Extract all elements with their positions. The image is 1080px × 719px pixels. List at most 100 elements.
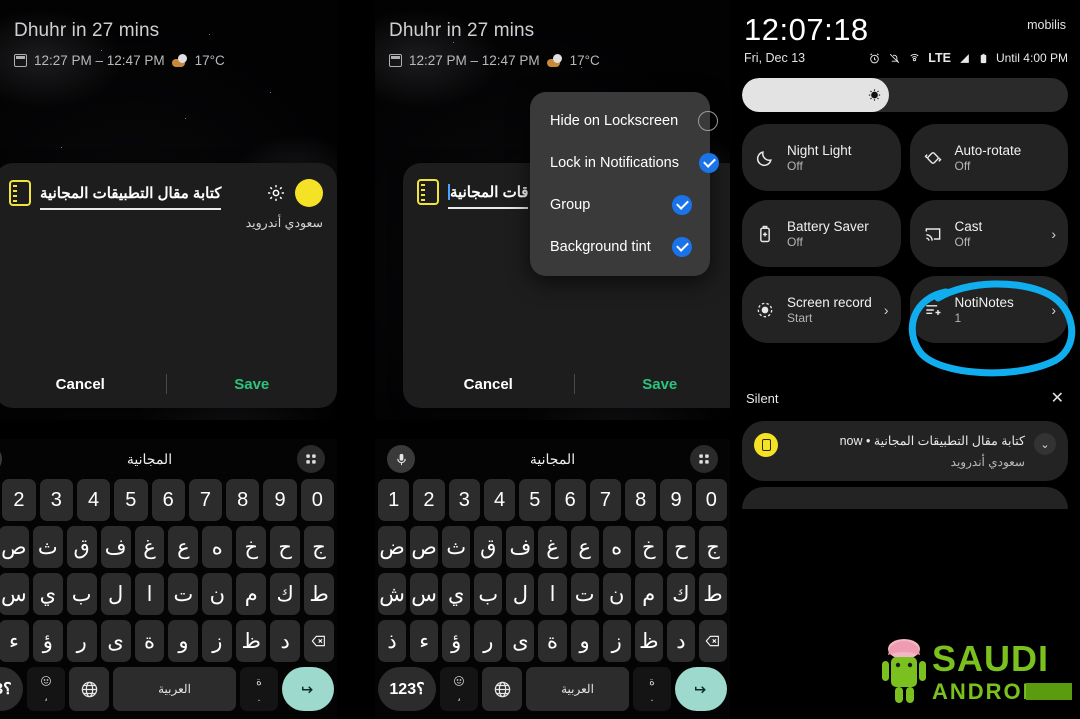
keyboard-key[interactable]: ت (570, 573, 599, 615)
emoji-key[interactable]: ، (440, 667, 478, 711)
keyboard-key[interactable]: ظ (236, 620, 267, 662)
keyboard-key[interactable]: 2 (413, 479, 445, 521)
period-key[interactable]: ة . (240, 667, 278, 711)
keyboard-key[interactable]: 4 (483, 479, 516, 521)
note-title-input[interactable]: كتابة مقال التطبيقات المجانية (40, 184, 222, 210)
qs-tile-battery-saver[interactable]: Battery Saver Off (742, 200, 901, 267)
keyboard-key[interactable]: 1 (378, 479, 410, 521)
keyboard-key[interactable]: ث (442, 526, 471, 568)
brightness-slider[interactable] (742, 78, 1068, 112)
keyboard-key[interactable]: غ (538, 526, 567, 568)
keyboard-key[interactable]: ز (602, 620, 631, 662)
keyboard-key[interactable]: ج (698, 526, 728, 568)
space-key[interactable]: العربية (526, 667, 629, 711)
popup-menu-item[interactable]: Group (530, 184, 710, 226)
keyboard-key[interactable]: ج (304, 526, 334, 568)
keyboard-key[interactable]: ي (32, 573, 63, 615)
popup-menu-item[interactable]: Hide on Lockscreen (530, 100, 719, 142)
suggestion-word-2[interactable]: المجانية (530, 451, 575, 468)
keyboard-key[interactable]: ل (506, 573, 535, 615)
keyboard-key[interactable]: و (168, 620, 199, 662)
backspace-icon[interactable] (698, 620, 728, 662)
keyboard-key[interactable]: ل (100, 573, 131, 615)
keyboard-key[interactable]: ر (66, 620, 97, 662)
save-button-2[interactable]: Save (575, 376, 731, 393)
keyboard-key[interactable]: ع (168, 526, 199, 568)
globe-icon[interactable] (482, 667, 522, 711)
close-icon[interactable]: ✕ (1051, 388, 1064, 408)
cancel-button[interactable]: Cancel (0, 376, 166, 393)
microphone-icon[interactable] (0, 445, 2, 473)
keyboard-key[interactable]: 9 (263, 479, 297, 521)
checkbox-checked-icon[interactable] (698, 153, 719, 173)
checkbox-checked-icon[interactable] (672, 237, 692, 257)
qs-tile-cast[interactable]: Cast Off › (909, 200, 1068, 267)
backspace-icon[interactable] (304, 620, 334, 662)
keyboard-key[interactable]: ف (100, 526, 131, 568)
keyboard-key[interactable]: 8 (625, 479, 657, 521)
keyboard-key[interactable]: س (410, 573, 439, 615)
symbols-key[interactable]: ؟123 (0, 667, 23, 711)
qs-tile-night-light[interactable]: Night Light Off (742, 124, 901, 191)
keyboard-key[interactable]: ه (202, 526, 233, 568)
notification-card[interactable]: كتابة مقال التطبيقات المجانية • now سعود… (742, 421, 1068, 481)
chevron-right-icon[interactable]: › (1051, 226, 1056, 242)
keyboard-key[interactable]: ع (570, 526, 599, 568)
cancel-button-2[interactable]: Cancel (403, 376, 574, 393)
popup-menu-item[interactable]: Lock in Notifications (530, 142, 719, 184)
enter-key[interactable] (675, 667, 727, 711)
keyboard-key[interactable]: 7 (188, 479, 223, 521)
keyboard-key[interactable]: و (570, 620, 599, 662)
keyboard-key[interactable]: 4 (76, 479, 111, 521)
keyboard-key[interactable]: د (666, 620, 695, 662)
keyboard-key[interactable]: ق (474, 526, 503, 568)
keyboard-key[interactable]: ح (666, 526, 695, 568)
qs-tile-screen-record[interactable]: Screen record Start › (742, 276, 901, 343)
keyboard-key[interactable]: 3 (448, 479, 480, 521)
keyboard-key[interactable]: 7 (589, 479, 622, 521)
emoji-key[interactable]: ، (27, 667, 65, 711)
note-title-input-2[interactable]: قات المجانية (448, 183, 529, 209)
keyboard-key[interactable]: ح (270, 526, 301, 568)
grid-menu-icon[interactable] (690, 445, 718, 473)
keyboard-key[interactable]: ص (410, 526, 439, 568)
keyboard-key[interactable]: ؤ (32, 620, 63, 662)
popup-menu-item[interactable]: Background tint (530, 226, 710, 268)
color-swatch[interactable] (295, 179, 323, 207)
keyboard-key[interactable]: ط (304, 573, 334, 615)
keyboard-key[interactable]: ث (32, 526, 63, 568)
enter-key[interactable] (282, 667, 334, 711)
keyboard-key[interactable]: ك (270, 573, 301, 615)
keyboard-key[interactable]: ب (474, 573, 503, 615)
keyboard-key[interactable]: 5 (519, 479, 551, 521)
save-button[interactable]: Save (167, 376, 338, 393)
keyboard-key[interactable]: م (236, 573, 267, 615)
note-input-wrapper[interactable]: كتابة مقال التطبيقات المجانية (40, 184, 257, 210)
keyboard-key[interactable]: 0 (300, 479, 334, 521)
grid-menu-icon[interactable] (297, 445, 325, 473)
microphone-icon[interactable] (387, 445, 415, 473)
keyboard-key[interactable]: 0 (695, 479, 727, 521)
gear-icon[interactable] (266, 183, 286, 203)
keyboard-key[interactable]: ت (168, 573, 199, 615)
keyboard-key[interactable]: ه (602, 526, 631, 568)
keyboard-key[interactable]: ب (66, 573, 97, 615)
keyboard-key[interactable]: ف (506, 526, 535, 568)
chevron-down-icon[interactable]: ⌄ (1034, 433, 1056, 455)
keyboard-key[interactable]: ن (602, 573, 631, 615)
period-key[interactable]: ة . (633, 667, 671, 711)
keyboard-key[interactable]: ظ (634, 620, 663, 662)
checkbox-checked-icon[interactable] (672, 195, 692, 215)
qs-tile-auto-rotate[interactable]: Auto-rotate Off (909, 124, 1068, 191)
chevron-right-icon[interactable]: › (1051, 302, 1056, 318)
keyboard-key[interactable]: ا (538, 573, 567, 615)
keyboard-key[interactable]: خ (236, 526, 267, 568)
keyboard-key[interactable]: د (270, 620, 301, 662)
qs-tile-notinotes[interactable]: NotiNotes 1 › (909, 276, 1068, 343)
keyboard-key[interactable]: ة (134, 620, 165, 662)
keyboard-key[interactable]: 2 (2, 479, 36, 521)
keyboard-key[interactable]: س (0, 573, 29, 615)
keyboard-key[interactable]: ق (66, 526, 97, 568)
keyboard-key[interactable]: غ (134, 526, 165, 568)
keyboard-key[interactable]: خ (634, 526, 663, 568)
